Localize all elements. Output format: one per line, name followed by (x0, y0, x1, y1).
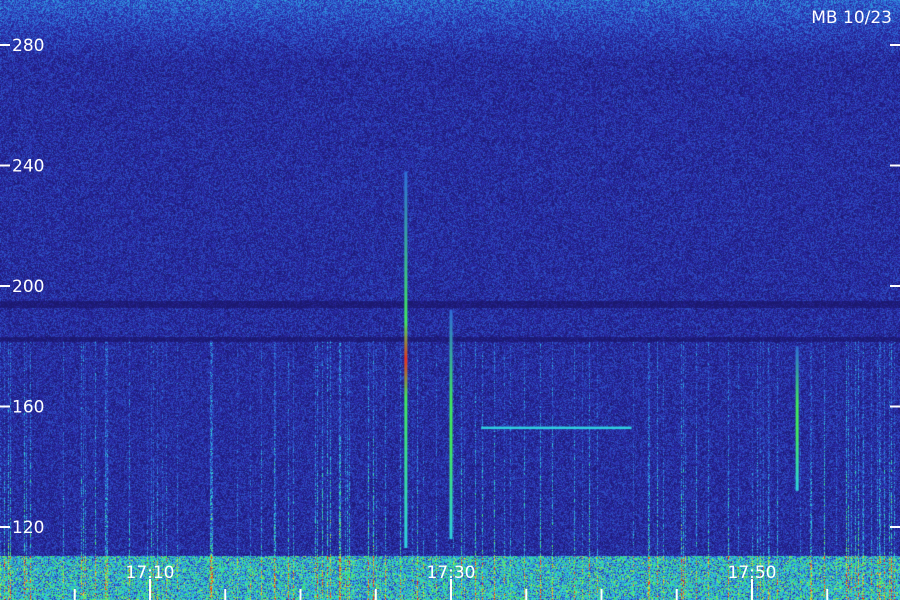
spectrogram-chart: MB 10/23 280 240 200 160 120 17:10 17:30 17:50 (0, 0, 900, 600)
x-tick-label: 17:50 (728, 563, 777, 583)
y-tick-label: 200 (12, 277, 44, 297)
x-tick-label: 17:10 (126, 563, 175, 583)
y-tick-label: 160 (12, 398, 44, 418)
y-tick-label: 240 (12, 157, 44, 177)
station-label: MB 10/23 (811, 8, 892, 28)
chart-overlay: MB 10/23 280 240 200 160 120 17:10 17:30 17:50 (0, 8, 900, 600)
y-tick-label: 120 (12, 518, 44, 538)
x-axis: 17:10 17:30 17:50 (73, 563, 829, 600)
y-axis: 280 240 200 160 120 (0, 36, 900, 538)
x-tick-label: 17:30 (427, 563, 476, 583)
y-tick-label: 280 (12, 36, 44, 56)
